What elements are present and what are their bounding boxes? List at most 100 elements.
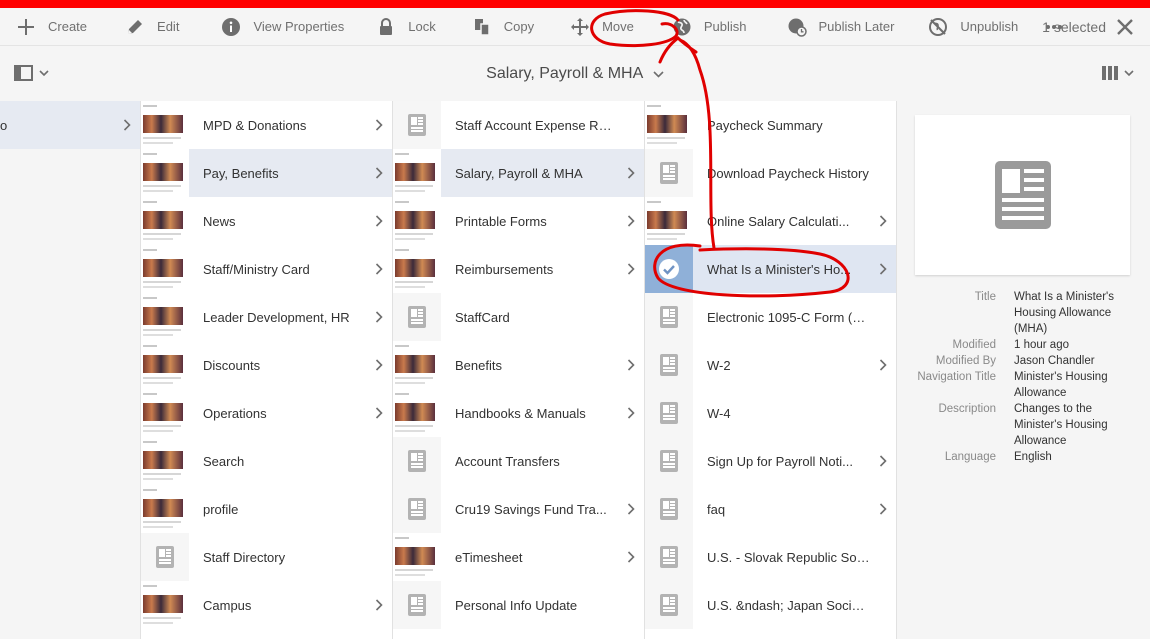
view-switcher[interactable]	[1101, 65, 1134, 81]
page-icon	[645, 293, 693, 341]
view-properties-button[interactable]: View Properties	[213, 8, 352, 46]
item-label: Staff/Ministry Card	[203, 261, 310, 277]
chevron-right-icon	[618, 359, 644, 371]
lock-label: Lock	[408, 19, 436, 34]
publish-button[interactable]: Publish	[664, 8, 755, 46]
list-item[interactable]: Discounts	[141, 341, 392, 389]
page-title[interactable]: Salary, Payroll & MHA	[0, 65, 1150, 83]
list-item[interactable]: Salary, Payroll & MHA	[393, 149, 644, 197]
list-item[interactable]: Leader Development, HR	[141, 293, 392, 341]
page-icon	[393, 437, 441, 485]
page-icon	[994, 161, 1051, 229]
list-item[interactable]: W-4	[645, 389, 896, 437]
item-label: Printable Forms	[455, 213, 547, 229]
chevron-right-icon	[114, 119, 140, 131]
chevron-right-icon	[870, 503, 896, 515]
column-view-icon	[1102, 66, 1118, 80]
item-label: W-2	[707, 357, 731, 373]
page-thumbnail	[393, 245, 441, 293]
create-button[interactable]: Create	[8, 8, 95, 46]
list-item[interactable]: Pay, Benefits	[141, 149, 392, 197]
list-item[interactable]: Campus	[141, 581, 392, 629]
column-level-1: MPD & Donations Pay, Benefits News Staff/Mi…	[141, 101, 393, 639]
publish-later-label: Publish Later	[818, 19, 895, 34]
list-item[interactable]: faq	[645, 485, 896, 533]
selection-count: 1 selected	[1042, 19, 1106, 35]
item-label: Pay, Benefits	[203, 165, 279, 181]
unpublish-button[interactable]: Unpublish	[920, 8, 1026, 46]
page-icon	[645, 149, 693, 197]
list-item[interactable]: Cru19 Savings Fund Tra...	[393, 485, 644, 533]
metadata-row: Description Changes to the Minister's Hou…	[897, 401, 1150, 449]
metadata-value: 1 hour ago	[1014, 339, 1069, 351]
list-item[interactable]: o	[0, 101, 140, 149]
item-label: faq	[707, 501, 726, 517]
details-panel: Title What Is a Minister's Housing Allowa…	[897, 101, 1150, 639]
item-label: eTimesheet	[455, 549, 523, 565]
page-thumbnail	[141, 485, 189, 533]
item-label: Reimbursements	[455, 261, 554, 277]
page-icon	[393, 293, 441, 341]
page-thumbnail	[393, 533, 441, 581]
lock-button[interactable]: Lock	[368, 8, 443, 46]
page-thumbnail	[393, 341, 441, 389]
item-label: Staff Account Expense Report	[455, 117, 618, 133]
list-item[interactable]: Search	[141, 437, 392, 485]
chevron-right-icon	[366, 119, 392, 131]
list-item[interactable]: What Is a Minister's Ho...	[645, 245, 896, 293]
list-item[interactable]: U.S. &ndash; Japan Social Secu...	[645, 581, 896, 629]
unpublish-label: Unpublish	[960, 19, 1019, 34]
chevron-down-icon	[653, 71, 664, 78]
metadata-value: English	[1014, 451, 1052, 463]
chevron-right-icon	[870, 455, 896, 467]
item-label: U.S. &ndash; Japan Social Secu...	[707, 597, 870, 613]
list-item[interactable]: eTimesheet	[393, 533, 644, 581]
edit-button[interactable]: Edit	[117, 8, 187, 46]
close-icon[interactable]	[1116, 18, 1134, 36]
list-item[interactable]: W-2	[645, 341, 896, 389]
chevron-right-icon	[618, 215, 644, 227]
list-item[interactable]: Online Salary Calculati...	[645, 197, 896, 245]
page-thumbnail	[141, 197, 189, 245]
list-item[interactable]: Personal Info Update	[393, 581, 644, 629]
move-button[interactable]: Move	[562, 8, 642, 46]
list-item[interactable]: Benefits	[393, 341, 644, 389]
item-label: Operations	[203, 405, 267, 421]
list-item[interactable]: Electronic 1095-C Form (Healt...	[645, 293, 896, 341]
list-item[interactable]: Staff/Ministry Card	[141, 245, 392, 293]
list-item[interactable]: Operations	[141, 389, 392, 437]
list-item[interactable]: Staff Directory	[141, 533, 392, 581]
publish-later-button[interactable]: Publish Later	[779, 8, 903, 46]
item-label: Leader Development, HR	[203, 309, 350, 325]
list-item[interactable]: Sign Up for Payroll Noti...	[645, 437, 896, 485]
page-thumbnail	[141, 389, 189, 437]
list-item[interactable]: Handbooks & Manuals	[393, 389, 644, 437]
metadata-value: What Is a Minister's Housing Allowance (…	[1014, 291, 1114, 335]
list-item[interactable]: profile	[141, 485, 392, 533]
copy-button[interactable]: Copy	[464, 8, 542, 46]
list-item[interactable]: Printable Forms	[393, 197, 644, 245]
list-item[interactable]: U.S. - Slovak Republic Social S...	[645, 533, 896, 581]
metadata-key: Description	[938, 403, 996, 415]
chevron-right-icon	[366, 167, 392, 179]
metadata-key: Navigation Title	[917, 371, 996, 383]
globe-clock-icon	[788, 18, 807, 37]
item-label: Sign Up for Payroll Noti...	[707, 453, 853, 469]
chevron-right-icon	[366, 599, 392, 611]
page-thumbnail	[393, 389, 441, 437]
list-item[interactable]: Staff Account Expense Report	[393, 101, 644, 149]
list-item[interactable]: StaffCard	[393, 293, 644, 341]
globe-icon	[673, 18, 691, 35]
item-label: W-4	[707, 405, 731, 421]
pencil-icon	[128, 19, 143, 34]
column-root: o	[0, 101, 141, 639]
list-item[interactable]: MPD & Donations	[141, 101, 392, 149]
page-thumbnail	[393, 149, 441, 197]
list-item[interactable]: Reimbursements	[393, 245, 644, 293]
page-icon	[393, 101, 441, 149]
metadata-key: Modified	[952, 339, 996, 351]
list-item[interactable]: Paycheck Summary	[645, 101, 896, 149]
list-item[interactable]: News	[141, 197, 392, 245]
list-item[interactable]: Download Paycheck History	[645, 149, 896, 197]
list-item[interactable]: Account Transfers	[393, 437, 644, 485]
